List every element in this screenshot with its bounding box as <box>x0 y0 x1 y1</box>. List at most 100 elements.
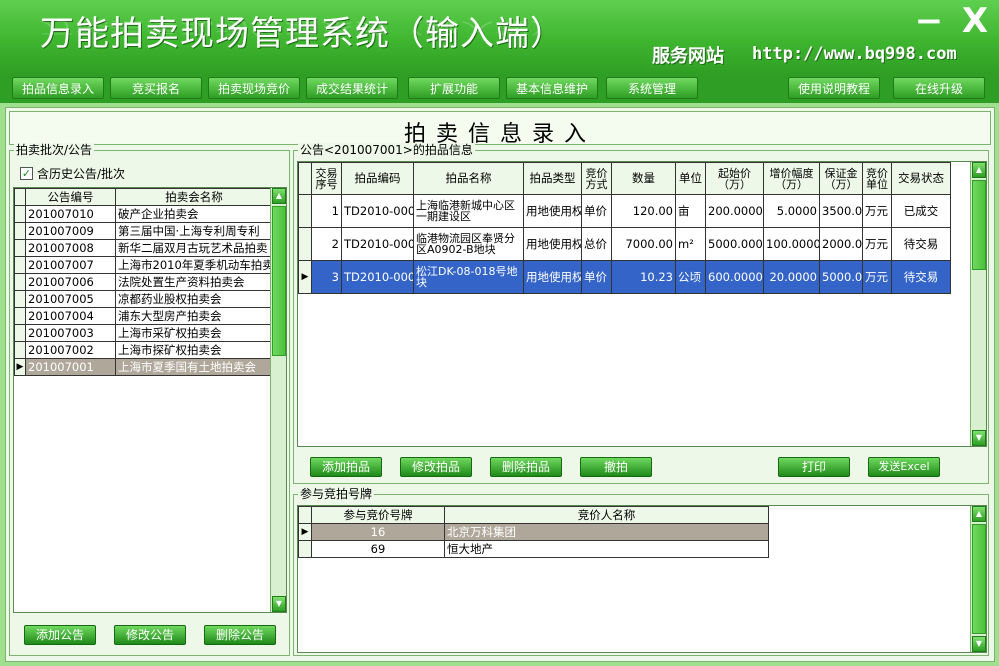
scroll-up-icon[interactable]: ▲ <box>972 162 986 178</box>
menu-item-basic-info[interactable]: 基本信息维护 <box>506 77 598 99</box>
lot-code: TD2010-0001 <box>341 194 414 228</box>
batch-name: 上海市2010年夏季机动车拍卖 <box>115 256 273 274</box>
bidder-plate: 69 <box>311 540 445 558</box>
table-row[interactable]: 69 恒大地产 <box>298 540 769 558</box>
batch-name: 法院处置生产资料拍卖会 <box>115 273 273 291</box>
table-row[interactable]: 1 TD2010-0001 上海临港新城中心区一期建设区 用地使用权 单价 12… <box>298 194 951 228</box>
column-header[interactable]: 数量 <box>611 162 676 195</box>
column-header[interactable]: 交易序号 <box>311 162 342 195</box>
scroll-thumb[interactable] <box>272 206 286 356</box>
column-header[interactable]: 竞价方式 <box>581 162 612 195</box>
lot-qty: 120.00 <box>611 194 676 228</box>
table-row-selected[interactable]: ▶ 3 TD2010-0003 松江DK-08-018号地块 用地使用权 单价 … <box>298 260 951 294</box>
lot-seq: 1 <box>311 194 342 228</box>
column-header[interactable]: 拍品名称 <box>413 162 524 195</box>
column-header[interactable]: 拍品编码 <box>341 162 414 195</box>
scroll-down-icon[interactable]: ▼ <box>272 596 286 612</box>
column-header[interactable]: 参与竞价号牌 <box>311 506 445 524</box>
lot-scrollbar[interactable]: ▲ ▼ <box>970 162 986 446</box>
table-row[interactable]: 201007004 浦东大型房产拍卖会 <box>14 307 273 325</box>
minimize-button[interactable]: − <box>912 4 946 38</box>
row-pointer-icon: ▶ <box>298 523 312 541</box>
batch-name: 上海市探矿权拍卖会 <box>115 341 273 359</box>
batch-name: 新华二届双月古玩艺术品拍卖 <box>115 239 273 257</box>
export-excel-button[interactable]: 发送Excel <box>868 457 940 477</box>
column-header[interactable]: 交易状态 <box>891 162 951 195</box>
batch-group-caption: 拍卖批次/公告 <box>14 143 95 157</box>
menu-item-tutorial[interactable]: 使用说明教程 <box>788 77 880 99</box>
column-header[interactable]: 公告编号 <box>25 188 116 206</box>
menu-item-extensions[interactable]: 扩展功能 <box>408 77 500 99</box>
lot-increment: 100.0000 <box>763 227 820 261</box>
column-header[interactable]: 单位 <box>675 162 706 195</box>
site-url-link[interactable]: http://www.bq998.com <box>752 44 957 64</box>
menu-item-lot-entry[interactable]: 拍品信息录入 <box>12 77 104 99</box>
lot-qty: 7000.00 <box>611 227 676 261</box>
lot-name: 临港物流园区奉贤分区A0902-B地块 <box>413 227 524 261</box>
column-header[interactable]: 拍品类型 <box>523 162 582 195</box>
add-announcement-button[interactable]: 添加公告 <box>24 625 96 645</box>
bidder-name: 北京万科集团 <box>444 523 769 541</box>
column-header[interactable]: 竞价单位 <box>862 162 892 195</box>
lot-bid-unit: 万元 <box>862 227 892 261</box>
delete-announcement-button[interactable]: 删除公告 <box>204 625 276 645</box>
menu-item-upgrade[interactable]: 在线升级 <box>893 77 985 99</box>
scroll-thumb[interactable] <box>972 524 986 634</box>
menu-item-system[interactable]: 系统管理 <box>606 77 698 99</box>
scroll-up-icon[interactable]: ▲ <box>272 188 286 204</box>
scroll-thumb[interactable] <box>972 180 986 270</box>
edit-lot-button[interactable]: 修改拍品 <box>400 457 472 477</box>
lot-increment: 20.0000 <box>763 260 820 294</box>
batch-scrollbar[interactable]: ▲ ▼ <box>270 188 286 612</box>
lot-method: 单价 <box>581 260 612 294</box>
lot-group: 公告<201007001>的拍品信息 交易序号 拍品编码 拍品名称 拍品类型 竞… <box>293 143 989 484</box>
history-checkbox[interactable]: ✓ <box>20 166 33 180</box>
lot-unit: 公顷 <box>675 260 706 294</box>
bidder-group: 参与竞拍号牌 参与竞价号牌 竞价人名称 ▶ 16 北京万科集团 69 恒大地产 <box>293 487 989 656</box>
table-row[interactable]: 201007002 上海市探矿权拍卖会 <box>14 341 273 359</box>
scroll-down-icon[interactable]: ▼ <box>972 636 986 652</box>
lot-group-caption: 公告<201007001>的拍品信息 <box>298 143 475 157</box>
table-row[interactable]: 201007009 第三届中国·上海专利周专利 <box>14 222 273 240</box>
lot-seq: 3 <box>311 260 342 294</box>
table-row[interactable]: 201007005 凉都药业股权拍卖会 <box>14 290 273 308</box>
column-header[interactable]: 保证金（万） <box>819 162 863 195</box>
menu-item-live-bidding[interactable]: 拍卖现场竞价 <box>208 77 300 99</box>
lot-deposit: 3500.00 <box>819 194 863 228</box>
column-header[interactable]: 拍卖会名称 <box>115 188 273 206</box>
site-label: 服务网站 <box>652 46 724 67</box>
print-button[interactable]: 打印 <box>778 457 850 477</box>
table-row[interactable]: 201007007 上海市2010年夏季机动车拍卖 <box>14 256 273 274</box>
table-row[interactable]: 201007010 破产企业拍卖会 <box>14 205 273 223</box>
page-title: 拍卖信息录入 <box>403 122 596 147</box>
batch-code: 201007004 <box>25 307 116 325</box>
lot-method: 总价 <box>581 227 612 261</box>
menu-item-results[interactable]: 成交结果统计 <box>306 77 398 99</box>
column-header[interactable]: 起始价（万） <box>705 162 764 195</box>
batch-code: 201007006 <box>25 273 116 291</box>
menu-item-registration[interactable]: 竞买报名 <box>110 77 202 99</box>
lot-type: 用地使用权 <box>523 194 582 228</box>
table-row-selected[interactable]: ▶ 16 北京万科集团 <box>298 523 769 541</box>
lot-unit: 亩 <box>675 194 706 228</box>
column-header[interactable]: 竞价人名称 <box>444 506 769 524</box>
add-lot-button[interactable]: 添加拍品 <box>310 457 382 477</box>
table-row[interactable]: 201007008 新华二届双月古玩艺术品拍卖 <box>14 239 273 257</box>
scroll-up-icon[interactable]: ▲ <box>972 506 986 522</box>
delete-lot-button[interactable]: 删除拍品 <box>490 457 562 477</box>
table-row[interactable]: 201007006 法院处置生产资料拍卖会 <box>14 273 273 291</box>
bidder-scrollbar[interactable]: ▲ ▼ <box>970 506 986 652</box>
batch-table-header: 公告编号 拍卖会名称 <box>14 188 273 206</box>
batch-name: 上海市采矿权拍卖会 <box>115 324 273 342</box>
table-row[interactable]: 201007003 上海市采矿权拍卖会 <box>14 324 273 342</box>
lot-table: 交易序号 拍品编码 拍品名称 拍品类型 竞价方式 数量 单位 起始价（万） 增价… <box>297 161 987 447</box>
edit-announcement-button[interactable]: 修改公告 <box>114 625 186 645</box>
column-header[interactable]: 增价幅度（万） <box>763 162 820 195</box>
withdraw-lot-button[interactable]: 撤拍 <box>580 457 652 477</box>
table-row[interactable]: 2 TD2010-0002 临港物流园区奉贤分区A0902-B地块 用地使用权 … <box>298 227 951 261</box>
scroll-down-icon[interactable]: ▼ <box>972 430 986 446</box>
close-button[interactable]: X <box>958 4 992 38</box>
history-checkbox-row[interactable]: ✓ 含历史公告/批次 <box>20 165 125 181</box>
table-row-selected[interactable]: ▶ 201007001 上海市夏季国有土地拍卖会 <box>14 358 273 376</box>
lot-code: TD2010-0002 <box>341 227 414 261</box>
